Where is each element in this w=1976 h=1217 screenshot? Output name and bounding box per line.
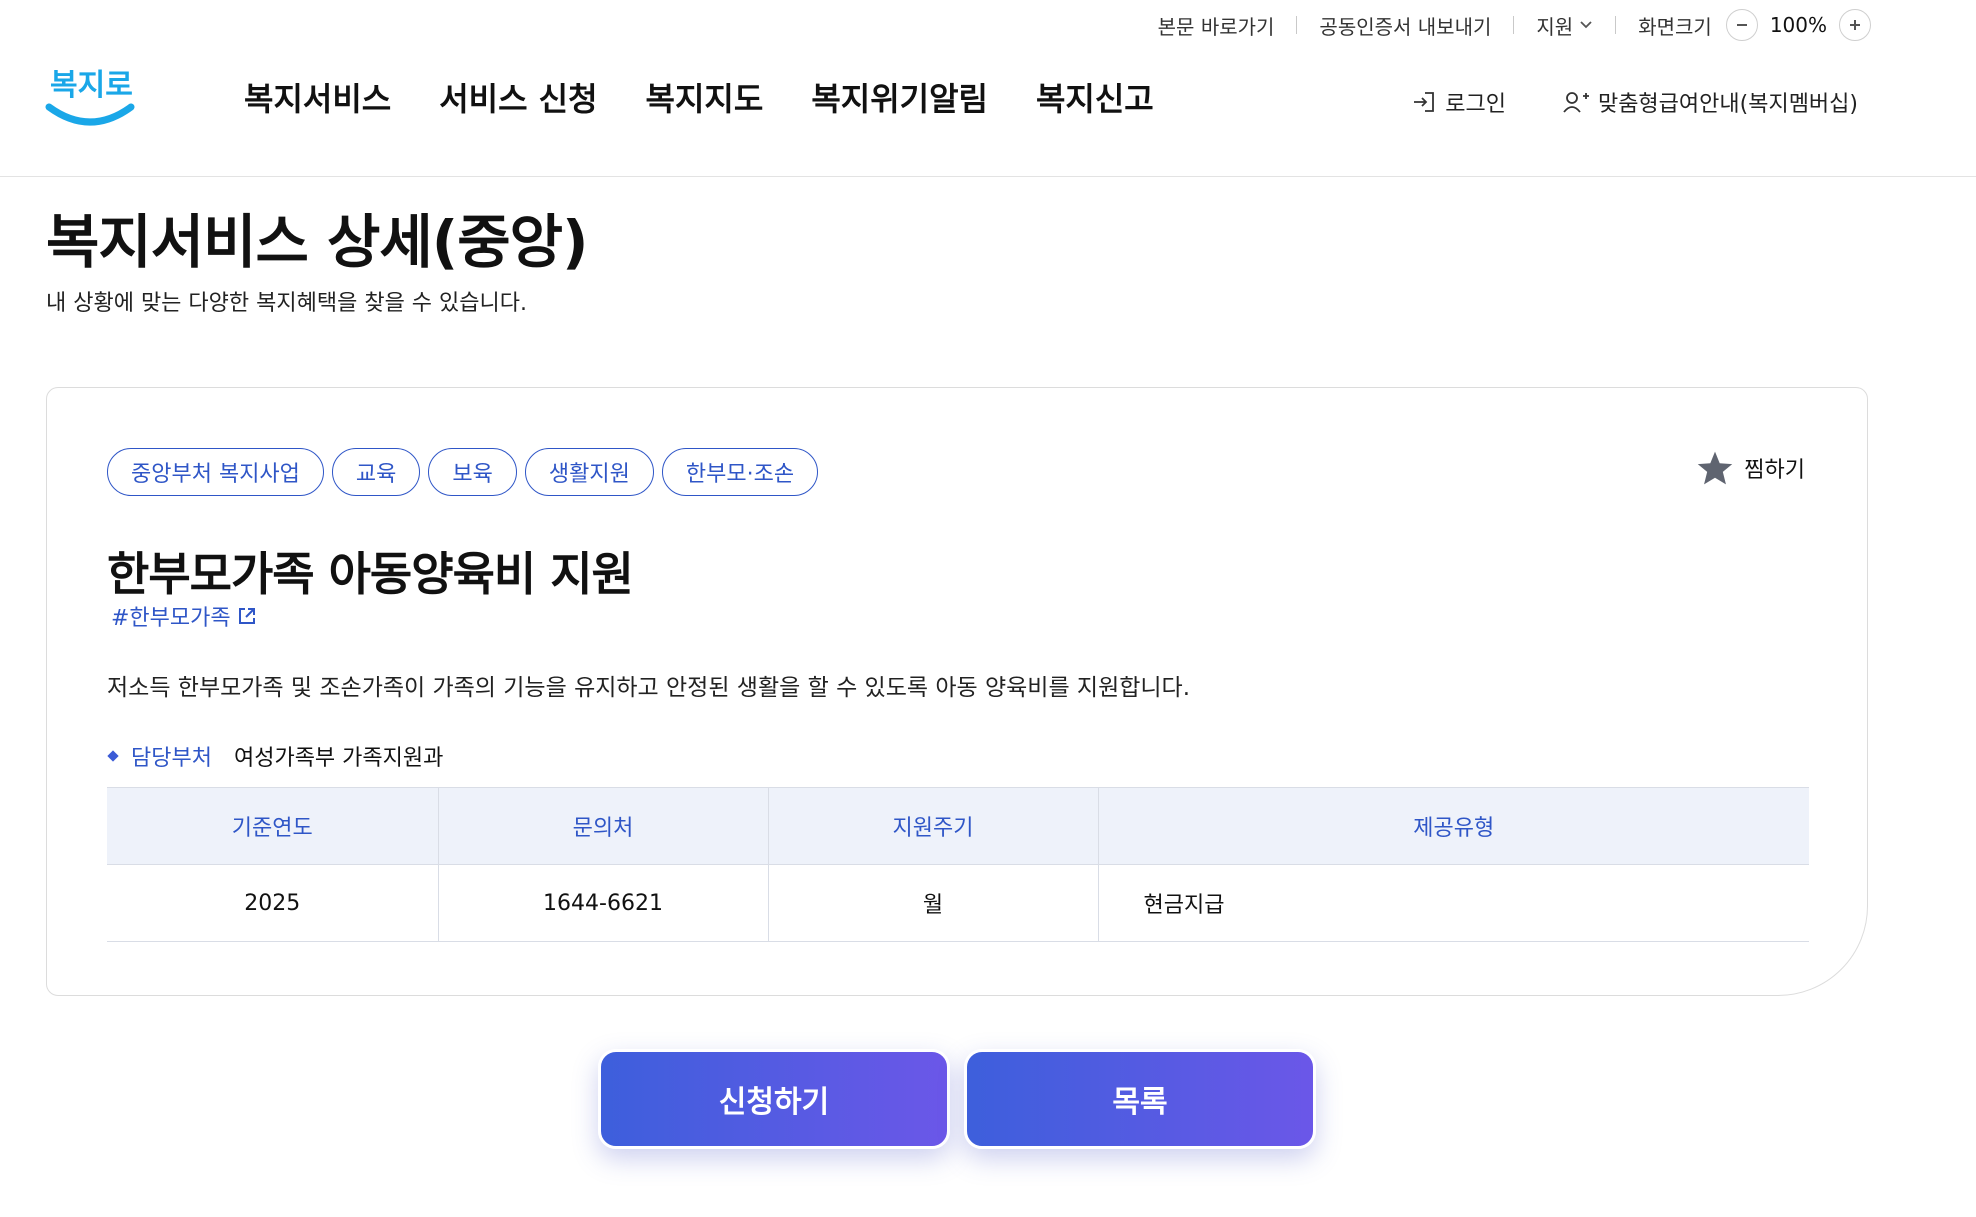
utility-bar: 본문 바로가기 공동인증서 내보내기 지원 화면크기 100%	[1158, 9, 1871, 41]
membership-link[interactable]: 맞춤형급여안내(복지멤버십)	[1562, 86, 1858, 118]
service-detail-card: 중앙부처 복지사업 교육 보육 생활지원 한부모·조손 찜하기 한부모가족 아동…	[46, 387, 1868, 996]
zoom-level: 100%	[1769, 13, 1827, 37]
skip-to-content-link[interactable]: 본문 바로가기	[1158, 11, 1275, 40]
membership-label: 맞춤형급여안내(복지멤버십)	[1597, 92, 1858, 117]
department-row: 담당부처 여성가족부 가족지원과	[107, 740, 443, 772]
external-link-icon	[238, 608, 255, 624]
service-info-table: 기준연도 문의처 지원주기 제공유형 2025 1644-6621 월 현금지급	[107, 787, 1809, 942]
user-links: 로그인 맞춤형급여안내(복지멤버십)	[1411, 86, 1858, 118]
department-value: 여성가족부 가족지원과	[233, 746, 444, 771]
table-header-row: 기준연도 문의처 지원주기 제공유형	[107, 787, 1809, 865]
table-cell-contact: 1644-6621	[437, 864, 768, 942]
hashtag-label: #한부모가족	[111, 606, 231, 631]
svg-text:복지로: 복지로	[50, 68, 133, 103]
table-cell-type: 현금지급	[1097, 864, 1809, 942]
nav-item-welfare-map[interactable]: 복지지도	[646, 74, 764, 120]
zoom-out-button[interactable]	[1725, 9, 1758, 41]
login-icon	[1414, 92, 1435, 112]
apply-button[interactable]: 신청하기	[598, 1049, 950, 1149]
divider	[1513, 16, 1515, 34]
tag-education[interactable]: 교육	[331, 448, 421, 496]
zoom-in-button[interactable]	[1839, 9, 1871, 41]
table-cell-cycle: 월	[767, 864, 1098, 942]
nav-item-welfare-report[interactable]: 복지신고	[1036, 74, 1154, 120]
service-title: 한부모가족 아동양육비 지원	[107, 547, 634, 601]
action-buttons: 신청하기 목록	[598, 1049, 1316, 1149]
tag-central-ministry[interactable]: 중앙부처 복지사업	[107, 448, 324, 496]
nav-item-welfare-service[interactable]: 복지서비스	[244, 74, 391, 120]
table-cell-year: 2025	[107, 864, 438, 942]
cert-export-link[interactable]: 공동인증서 내보내기	[1319, 11, 1491, 40]
login-link[interactable]: 로그인	[1411, 86, 1506, 118]
star-icon	[1698, 451, 1733, 485]
screen-size-label: 화면크기	[1638, 14, 1712, 39]
tag-single-parent[interactable]: 한부모·조손	[661, 448, 819, 496]
chevron-down-icon	[1580, 21, 1592, 29]
table-header-cell: 지원주기	[767, 787, 1098, 865]
support-dropdown[interactable]: 지원	[1536, 11, 1593, 40]
page-description: 내 상황에 맞는 다양한 복지혜택을 찾을 수 있습니다.	[46, 291, 527, 316]
service-description: 저소득 한부모가족 및 조손가족이 가족의 기능을 유지하고 안정된 생활을 할…	[107, 675, 1191, 701]
divider	[1296, 16, 1298, 34]
nav-item-service-apply[interactable]: 서비스 신청	[439, 74, 597, 120]
list-button[interactable]: 목록	[964, 1049, 1316, 1149]
main-nav: 복지서비스 서비스 신청 복지지도 복지위기알림 복지신고	[244, 74, 1154, 120]
zoom-control: 100%	[1725, 9, 1871, 41]
department-label: 담당부처	[131, 746, 212, 771]
header-divider	[0, 176, 1976, 177]
category-tags: 중앙부처 복지사업 교육 보육 생활지원 한부모·조손	[107, 448, 819, 496]
minus-icon	[1736, 24, 1747, 26]
hashtag-link[interactable]: #한부모가족	[111, 600, 257, 632]
favorite-label: 찜하기	[1744, 458, 1805, 483]
table-header-cell: 문의처	[437, 787, 768, 865]
table-row: 2025 1644-6621 월 현금지급	[107, 864, 1809, 942]
login-label: 로그인	[1445, 92, 1506, 117]
tag-living-support[interactable]: 생활지원	[524, 448, 654, 496]
tag-childcare[interactable]: 보육	[428, 448, 517, 496]
nav-item-crisis-alert[interactable]: 복지위기알림	[811, 74, 988, 120]
table-header-cell: 제공유형	[1097, 787, 1809, 865]
support-label: 지원	[1536, 14, 1574, 39]
user-add-icon	[1563, 92, 1589, 113]
favorite-button[interactable]: 찜하기	[1696, 450, 1805, 486]
page-title: 복지서비스 상세(중앙)	[46, 208, 588, 276]
plus-icon	[1850, 20, 1860, 30]
site-logo[interactable]: 복지로	[45, 55, 135, 135]
bullet-icon	[107, 750, 119, 762]
table-header-cell: 기준연도	[107, 787, 438, 865]
divider	[1615, 16, 1617, 34]
